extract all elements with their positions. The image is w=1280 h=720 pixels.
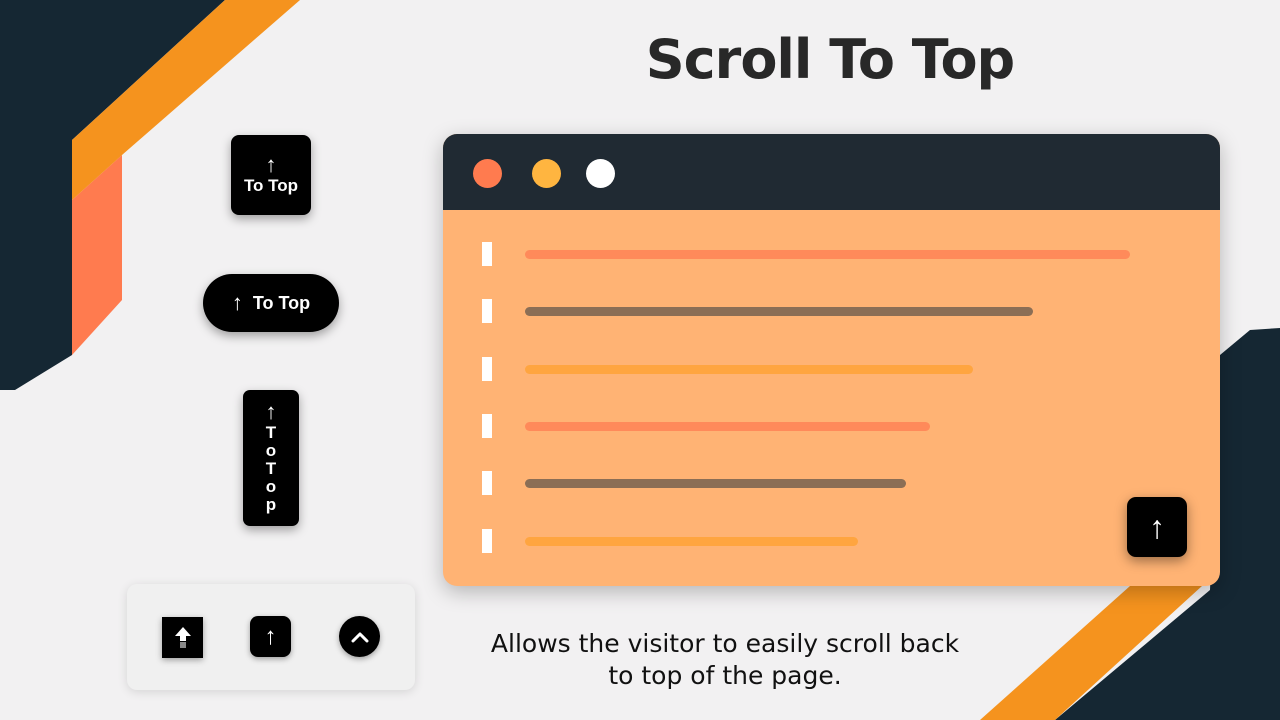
content-row [443,356,1220,381]
description-text: Allows the visitor to easily scroll back… [490,629,960,690]
row-marker [482,528,492,553]
icon-style-panel: ↑ [127,584,415,690]
arrow-up-icon: ↑ [231,290,243,315]
to-top-button-vertical[interactable]: ↑ T o T o p [243,390,299,526]
scroll-to-top-button[interactable]: ↑ [1127,497,1187,557]
content-row [443,299,1220,324]
icon-button-square[interactable] [162,617,203,658]
content-line [525,536,858,546]
content-line [525,250,1130,259]
content-row [443,413,1220,438]
arrow-up-icon: ↑ [1149,508,1165,545]
page-title: Scroll To Top [645,28,1015,91]
browser-mockup: ↑ [443,134,1220,586]
arrow-up-icon: ↑ [265,399,277,424]
button-label: To Top [252,292,311,313]
icon-button-circle[interactable] [339,616,380,657]
arrow-up-icon: ↑ [264,622,277,650]
row-marker [482,242,492,266]
button-label: To Top [243,176,299,195]
chevron-up-icon [351,632,368,642]
content-row [443,471,1220,496]
window-minimize-dot[interactable] [532,159,561,188]
to-top-button-pill[interactable]: ↑ To Top [203,274,339,332]
content-line [525,421,931,431]
content-row [443,528,1220,553]
row-marker [482,299,492,324]
icon-button-rounded[interactable]: ↑ [250,616,291,657]
content-line [525,307,1034,317]
browser-title-bar [443,134,1220,210]
button-label: T o T o p [265,423,277,514]
arrow-up-icon: ↑ [265,152,277,177]
row-marker [482,471,492,496]
row-marker [482,356,492,381]
window-close-dot[interactable] [473,159,502,188]
content-line [525,479,907,489]
window-maximize-dot[interactable] [586,159,615,188]
content-line [525,364,973,374]
bold-arrow-up-icon [174,626,191,648]
row-marker [482,413,492,438]
content-row [443,242,1220,266]
to-top-button-square[interactable]: ↑ To Top [231,135,311,215]
